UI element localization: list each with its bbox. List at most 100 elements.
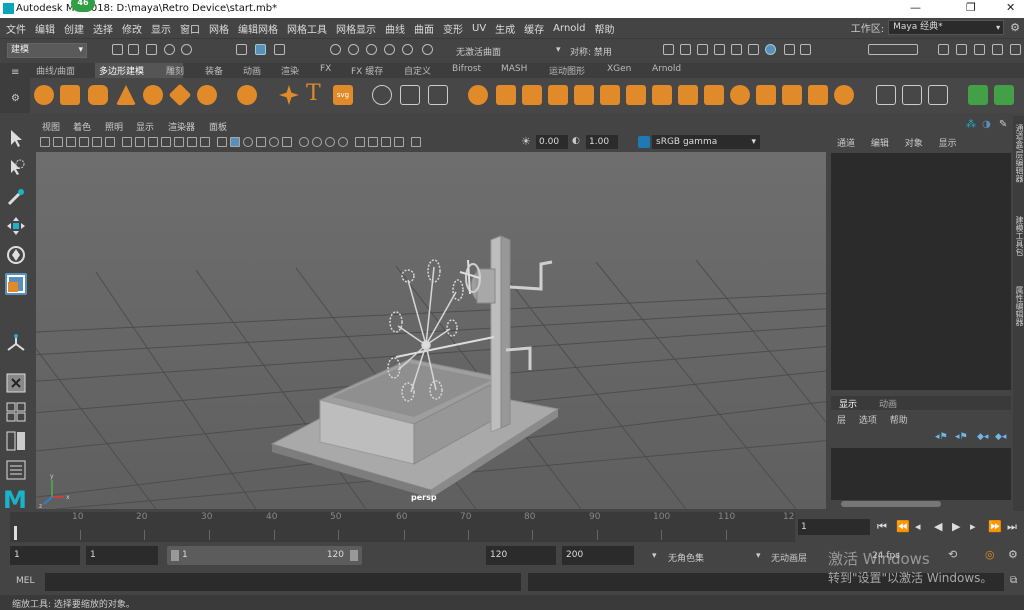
layers-menu[interactable]: 层 (837, 416, 846, 426)
lasso-tool-icon[interactable] (5, 157, 27, 179)
motion-blur-icon[interactable] (325, 137, 335, 147)
minimize-button[interactable]: — (910, 1, 921, 14)
select-tool-icon[interactable] (5, 127, 27, 149)
platonic-solid-icon[interactable] (237, 85, 257, 105)
attribute-editor-icon[interactable] (974, 44, 985, 55)
safe-title-icon[interactable] (200, 137, 210, 147)
channel-box-icon[interactable] (1010, 44, 1021, 55)
boolean-icon[interactable] (468, 85, 488, 105)
chevron-down-icon[interactable]: ▾ (556, 45, 561, 55)
script-language-label[interactable]: MEL (16, 576, 34, 586)
shelf-menu-icon[interactable]: ≡ (11, 67, 19, 78)
connect-icon[interactable] (756, 85, 776, 105)
tab-rendering[interactable]: 渲染 (281, 64, 299, 77)
menu-display[interactable]: 显示 (151, 21, 171, 36)
new-layer-icon[interactable]: ◂⚑ (935, 432, 948, 442)
separate-icon[interactable] (400, 85, 420, 105)
quad-draw-icon[interactable] (808, 85, 828, 105)
channel-box-icon[interactable]: ⁂ (966, 119, 976, 130)
soft-mod-tool-icon[interactable] (5, 332, 27, 354)
range-handle-right[interactable] (350, 550, 358, 561)
chevron-down-icon[interactable]: ▾ (652, 551, 657, 561)
poly-sphere-icon[interactable] (34, 85, 54, 105)
tab-custom[interactable]: 自定义 (404, 64, 431, 77)
pause-render-icon[interactable] (800, 44, 811, 55)
smooth-icon[interactable] (428, 85, 448, 105)
xray-joints-icon[interactable] (394, 137, 404, 147)
gear-icon[interactable]: ⚙ (11, 93, 20, 104)
edit-menu[interactable]: 编辑 (871, 139, 889, 149)
select-by-hierarchy-icon[interactable] (236, 44, 247, 55)
target-weld-icon[interactable] (730, 85, 750, 105)
menu-file[interactable]: 文件 (6, 21, 26, 36)
default-material-icon[interactable] (243, 137, 253, 147)
menu-edit[interactable]: 编辑 (35, 21, 55, 36)
command-input[interactable] (45, 573, 521, 591)
wireframe-icon[interactable] (217, 137, 227, 147)
new-layer-selected-icon[interactable]: ◂⚑ (955, 432, 968, 442)
pin-icon[interactable]: ✎ (999, 119, 1007, 130)
menu-mesh-tools[interactable]: 网格工具 (287, 21, 327, 36)
channel-box-content[interactable] (831, 153, 1011, 390)
menu-generate[interactable]: 生成 (495, 21, 515, 36)
loop-icon[interactable]: ⟲ (948, 548, 957, 561)
resolution-gate-icon[interactable] (148, 137, 158, 147)
move-up-layer-icon[interactable]: ◆◂ (977, 432, 988, 442)
side-tab-modeling-toolkit[interactable]: 建模工具包 (1014, 216, 1024, 256)
uv-editor-icon[interactable] (876, 85, 896, 105)
menu-windows[interactable]: 窗口 (180, 21, 200, 36)
poly-disc-icon[interactable] (197, 85, 217, 105)
poly-plane-icon[interactable] (168, 83, 192, 107)
range-handle-left[interactable] (171, 550, 179, 561)
wireframe-on-shaded-icon[interactable] (256, 137, 266, 147)
light-editor-icon[interactable] (748, 44, 759, 55)
viewport-menu-panels[interactable]: 面板 (209, 120, 227, 133)
render-setup-icon[interactable] (731, 44, 742, 55)
type-tool-icon[interactable]: T (306, 81, 321, 106)
ipr-render-icon[interactable] (680, 44, 691, 55)
current-frame-field[interactable]: 1 (798, 519, 870, 535)
hypershade-icon[interactable] (714, 44, 725, 55)
super-shape-icon[interactable] (279, 85, 299, 105)
film-gate-icon[interactable] (135, 137, 145, 147)
uv-auto-icon[interactable] (928, 85, 948, 105)
rotate-tool-icon[interactable] (5, 244, 27, 266)
channels-menu[interactable]: 通道 (837, 139, 855, 149)
tab-bifrost[interactable]: Bifrost (452, 64, 481, 74)
viewport-menu-show[interactable]: 显示 (136, 120, 154, 133)
tab-xgen[interactable]: XGen (607, 64, 631, 74)
playback-start-field[interactable]: 1 (86, 546, 158, 565)
shadows-icon[interactable] (299, 137, 309, 147)
menu-modify[interactable]: 修改 (122, 21, 142, 36)
history-icon[interactable]: ◑ (982, 119, 991, 130)
offset-edge-loop-icon[interactable] (678, 85, 698, 105)
move-down-layer-icon[interactable]: ◆◂ (995, 432, 1006, 442)
redo-icon[interactable] (181, 44, 192, 55)
modeling-toolkit-icon[interactable] (938, 44, 949, 55)
snap-curve-icon[interactable] (348, 44, 359, 55)
use-all-lights-icon[interactable] (282, 137, 292, 147)
side-tab-attribute-editor[interactable]: 属性编辑器 (1014, 286, 1024, 326)
snap-point-icon[interactable] (366, 44, 377, 55)
select-by-component-icon[interactable] (274, 44, 285, 55)
bevel-icon[interactable] (548, 85, 568, 105)
menu-mesh-display[interactable]: 网格显示 (336, 21, 376, 36)
animation-preferences-icon[interactable]: ⚙ (1008, 548, 1018, 561)
perspective-viewport[interactable]: y x z persp (36, 152, 826, 509)
viewport-menu-lighting[interactable]: 照明 (105, 120, 123, 133)
auto-key-icon[interactable]: ◎ (985, 548, 995, 561)
snap-live-icon[interactable] (402, 44, 413, 55)
uv-planar-icon[interactable] (902, 85, 922, 105)
menu-select[interactable]: 选择 (93, 21, 113, 36)
menu-mesh[interactable]: 网格 (209, 21, 229, 36)
workspace-settings-icon[interactable]: ⚙ (1010, 21, 1020, 34)
camera-attributes-icon[interactable] (53, 137, 63, 147)
menu-help[interactable]: 帮助 (595, 21, 615, 36)
tab-anim-layers[interactable]: 动画 (879, 397, 897, 410)
arnold-render-view-icon[interactable] (765, 44, 776, 55)
smooth-shade-icon[interactable] (230, 137, 240, 147)
view-transform-dropdown[interactable]: sRGB gamma ▾ (652, 135, 760, 149)
xray-icon[interactable] (381, 137, 391, 147)
symmetry-setting[interactable]: 对称: 禁用 (570, 45, 612, 58)
color-management-icon[interactable] (638, 136, 650, 148)
